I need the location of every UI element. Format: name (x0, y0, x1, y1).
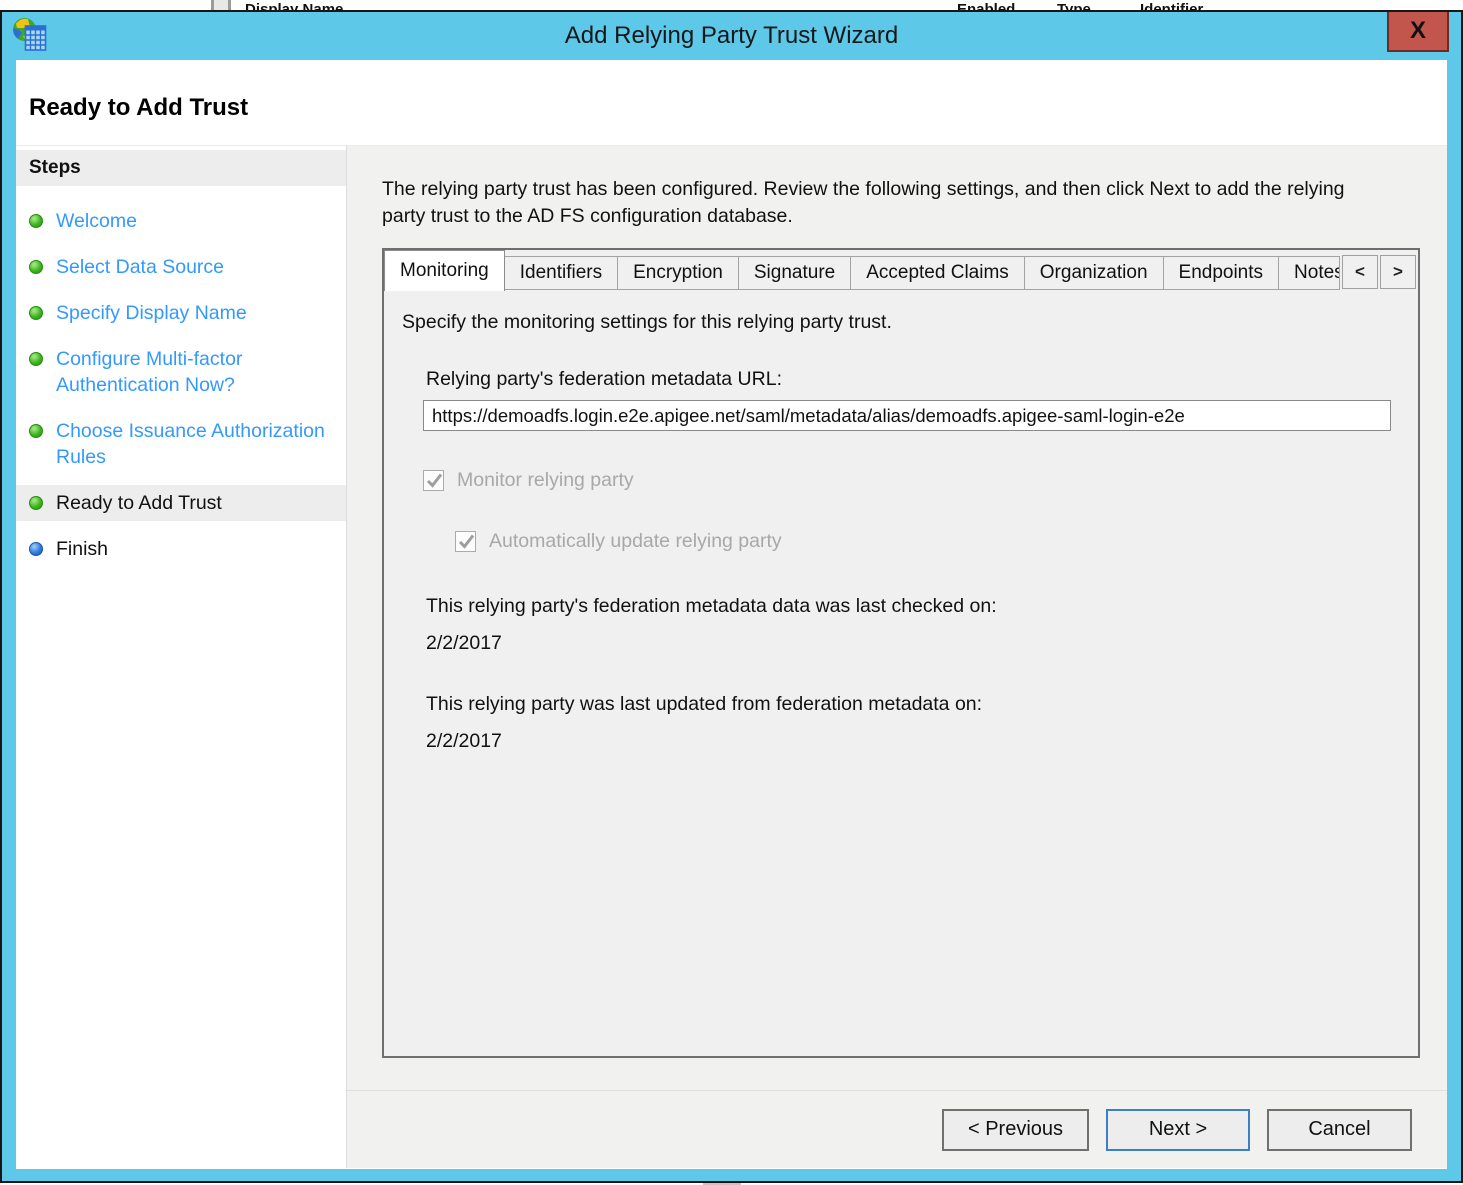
last-updated-date: 2/2/2017 (426, 730, 1400, 753)
auto-update-relying-party-row: Automatically update relying party (455, 530, 1400, 553)
window-title: Add Relying Party Trust Wizard (2, 12, 1461, 60)
tab-bar: Monitoring Identifiers Encryption Signat… (384, 250, 1418, 291)
tab-notes[interactable]: Notes (1278, 256, 1340, 290)
step-done-bullet-icon (29, 214, 43, 228)
step-done-bullet-icon (29, 306, 43, 320)
step-label: Finish (56, 536, 108, 562)
tab-identifiers[interactable]: Identifiers (504, 256, 618, 290)
wizard-page-header: Ready to Add Trust (16, 60, 1447, 146)
step-done-bullet-icon (29, 424, 43, 438)
step-label: Ready to Add Trust (56, 490, 222, 516)
step-welcome: Welcome (16, 208, 346, 234)
bg-column-type: Type (1057, 1, 1091, 10)
last-checked-date: 2/2/2017 (426, 632, 1400, 655)
step-label: Configure Multi-factor Authentication No… (56, 346, 338, 398)
tab-endpoints[interactable]: Endpoints (1163, 256, 1280, 290)
page-title: Ready to Add Trust (16, 60, 1447, 122)
bg-column-enabled: Enabled (957, 1, 1015, 10)
step-label: Welcome (56, 208, 137, 234)
wizard-main-pane: The relying party trust has been configu… (347, 146, 1447, 1168)
step-upcoming-bullet-icon (29, 542, 43, 556)
background-window-strip: Display Name Enabled Type Identifier (0, 0, 1463, 10)
relying-party-properties-tab-panel: Monitoring Identifiers Encryption Signat… (382, 248, 1420, 1058)
monitor-relying-party-checkbox (423, 470, 444, 491)
step-finish: Finish (16, 536, 346, 562)
wizard-footer: < Previous Next > Cancel (347, 1091, 1447, 1168)
tab-signature[interactable]: Signature (738, 256, 851, 290)
step-done-bullet-icon (29, 496, 43, 510)
steps-sidebar: Steps Welcome Select Data Source Specify… (16, 146, 347, 1168)
tab-scroll-left-button[interactable]: < (1342, 255, 1378, 289)
step-done-bullet-icon (29, 260, 43, 274)
auto-update-checkbox (455, 531, 476, 552)
tab-encryption[interactable]: Encryption (617, 256, 739, 290)
titlebar: Add Relying Party Trust Wizard X (2, 12, 1461, 60)
page-description: The relying party trust has been configu… (382, 176, 1382, 230)
step-specify-display-name: Specify Display Name (16, 300, 346, 326)
checkbox-label: Monitor relying party (457, 469, 634, 492)
last-checked-label: This relying party's federation metadata… (426, 595, 1400, 618)
adfs-wizard-icon (12, 17, 48, 53)
monitor-relying-party-row: Monitor relying party (423, 469, 1400, 492)
tab-scroll-right-button[interactable]: > (1380, 255, 1416, 289)
bg-column-identifier: Identifier (1140, 1, 1203, 10)
bg-scrollbar-fragment (211, 0, 231, 10)
screen: Display Name Enabled Type Identifier Add… (0, 0, 1463, 1185)
dialog-body: Ready to Add Trust Steps Welcome Select … (16, 60, 1447, 1169)
steps-header: Steps (16, 150, 346, 186)
step-label: Specify Display Name (56, 300, 247, 326)
step-select-data-source: Select Data Source (16, 254, 346, 280)
step-done-bullet-icon (29, 352, 43, 366)
tab-accepted-claims[interactable]: Accepted Claims (850, 256, 1025, 290)
step-label: Select Data Source (56, 254, 224, 280)
next-button[interactable]: Next > (1106, 1109, 1250, 1151)
add-relying-party-trust-wizard-dialog: Add Relying Party Trust Wizard X Ready t… (0, 10, 1463, 1183)
previous-button[interactable]: < Previous (942, 1109, 1089, 1151)
tab-scroll-controls: < > (1342, 255, 1416, 289)
checkmark-icon (426, 472, 443, 489)
cancel-button[interactable]: Cancel (1267, 1109, 1412, 1151)
monitoring-tab-content: Specify the monitoring settings for this… (384, 291, 1418, 765)
tab-monitoring[interactable]: Monitoring (384, 250, 505, 291)
close-button[interactable]: X (1387, 12, 1449, 52)
monitoring-intro-text: Specify the monitoring settings for this… (402, 311, 1400, 334)
step-choose-issuance-rules: Choose Issuance Authorization Rules (16, 418, 346, 470)
step-ready-to-add-trust: Ready to Add Trust (16, 485, 346, 521)
metadata-url-input[interactable] (423, 400, 1391, 431)
last-updated-label: This relying party was last updated from… (426, 693, 1400, 716)
bg-column-display-name: Display Name (245, 1, 343, 10)
checkbox-label: Automatically update relying party (489, 530, 782, 553)
step-label: Choose Issuance Authorization Rules (56, 418, 338, 470)
step-configure-multifactor: Configure Multi-factor Authentication No… (16, 346, 346, 398)
metadata-url-label: Relying party's federation metadata URL: (426, 368, 1400, 391)
checkmark-icon (458, 533, 475, 550)
tab-organization[interactable]: Organization (1024, 256, 1164, 290)
